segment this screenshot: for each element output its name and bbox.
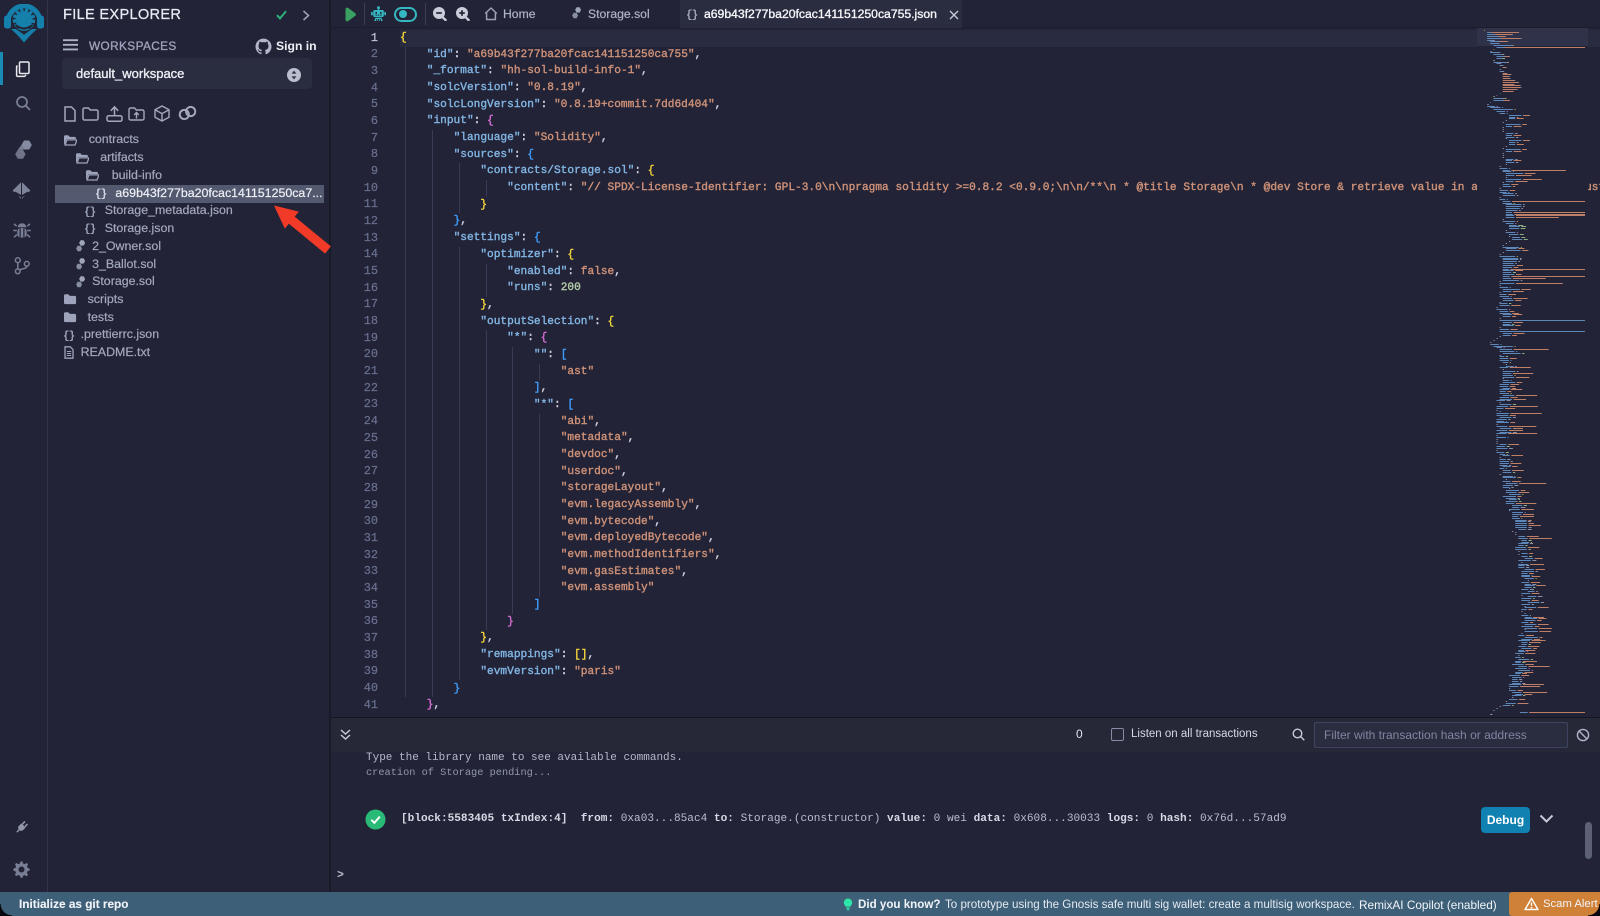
svg-text:}: } — [692, 10, 699, 22]
svg-text:}: } — [90, 206, 97, 218]
svg-text:}: } — [101, 188, 108, 200]
svg-text:}: } — [90, 224, 97, 236]
svg-text:}: } — [68, 330, 75, 342]
